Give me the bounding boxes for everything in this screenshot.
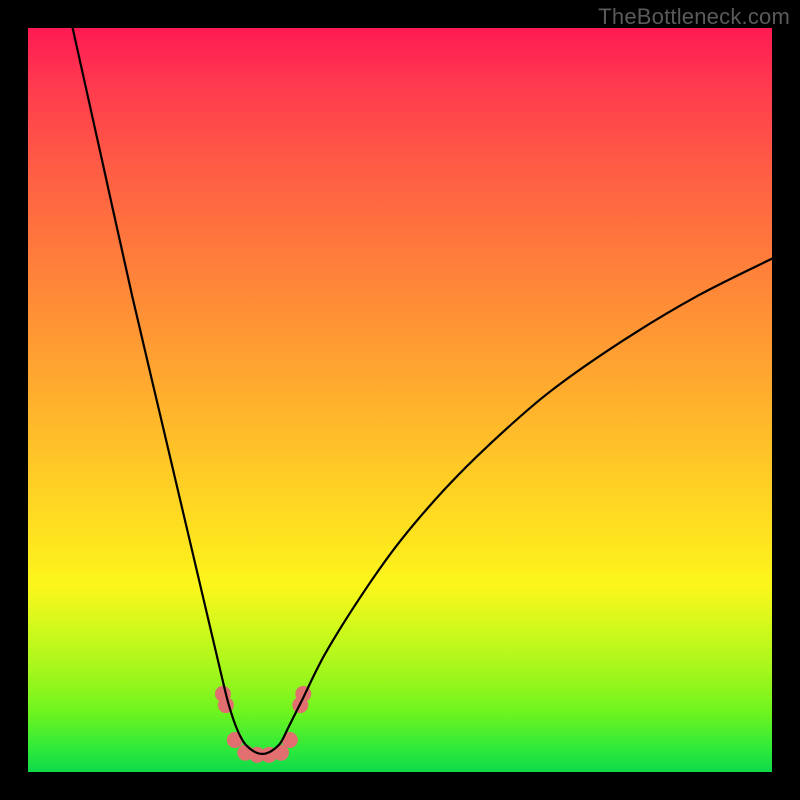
bottleneck-curve	[73, 28, 772, 754]
plot-area	[28, 28, 772, 772]
watermark-text: TheBottleneck.com	[598, 4, 790, 30]
chart-frame: TheBottleneck.com	[0, 0, 800, 800]
marker-group	[215, 686, 311, 763]
chart-svg	[28, 28, 772, 772]
